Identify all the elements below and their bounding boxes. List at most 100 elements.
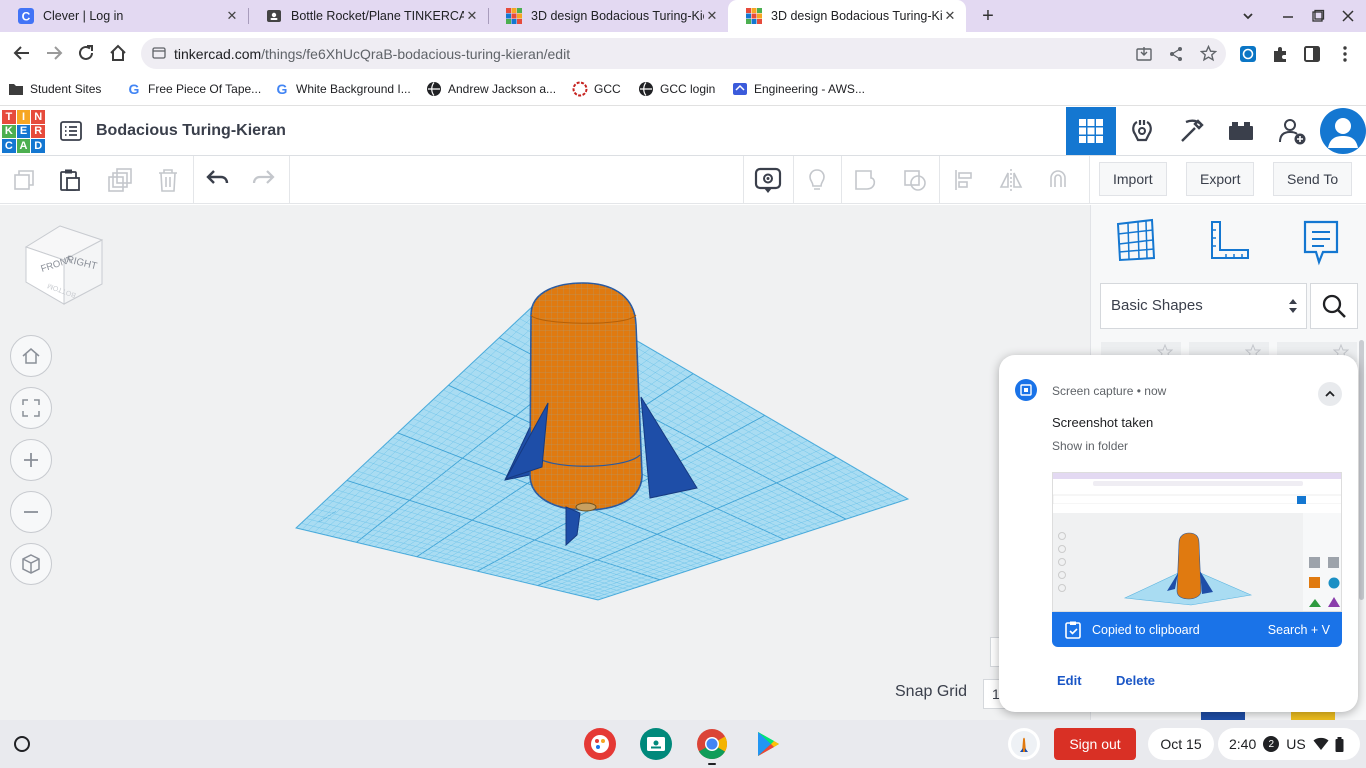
extension-icon[interactable] bbox=[1239, 45, 1257, 63]
url-text[interactable]: tinkercad.com/things/fe6XhUcQraB-bodacio… bbox=[174, 46, 570, 62]
home-icon[interactable] bbox=[106, 41, 130, 65]
chrome-app-icon[interactable] bbox=[696, 728, 728, 760]
align-button[interactable] bbox=[948, 164, 980, 196]
new-tab-button[interactable]: + bbox=[976, 4, 1000, 28]
cruise-button[interactable] bbox=[1042, 164, 1074, 196]
collapse-notification-button[interactable] bbox=[1318, 382, 1342, 406]
globe-icon bbox=[638, 81, 654, 97]
close-window-icon[interactable] bbox=[1338, 6, 1358, 26]
note-bubble-icon bbox=[754, 166, 782, 194]
ruler-tool-icon[interactable] bbox=[1206, 218, 1250, 262]
status-tray[interactable]: 2:40 2 US bbox=[1218, 728, 1360, 760]
install-app-icon[interactable] bbox=[1136, 46, 1152, 62]
toolbar-divider bbox=[939, 156, 940, 204]
share-icon[interactable] bbox=[1168, 46, 1184, 62]
tinkercad-logo[interactable]: T I N K E R C A D bbox=[2, 110, 45, 153]
edit-screenshot-button[interactable]: Edit bbox=[1057, 673, 1082, 688]
chevron-up-icon bbox=[1324, 388, 1336, 400]
bricks-button[interactable] bbox=[1216, 107, 1266, 155]
workplane-viewport[interactable]: FRONT RIGHT BOTTOM ~~~~ Snap Grid 1 bbox=[0, 205, 1090, 720]
bookmark-gcc[interactable]: GCC bbox=[572, 81, 621, 97]
menu-kebab-icon[interactable] bbox=[1336, 45, 1354, 63]
toolbar-divider bbox=[841, 156, 842, 204]
minecraft-button[interactable] bbox=[1167, 107, 1217, 155]
rocket-nozzle bbox=[575, 502, 597, 512]
bookmark-star-icon[interactable] bbox=[1200, 45, 1217, 62]
battery-icon bbox=[1335, 736, 1344, 752]
date-tray[interactable]: Oct 15 bbox=[1148, 728, 1214, 760]
shapes-search-button[interactable] bbox=[1310, 283, 1358, 329]
screenshot-notification: Screen capture • now Screenshot taken Sh… bbox=[999, 355, 1358, 712]
export-button[interactable]: Export bbox=[1186, 162, 1255, 196]
side-panel-icon[interactable] bbox=[1303, 45, 1321, 63]
tinkercad-icon bbox=[506, 8, 522, 24]
edit-toolbar: Import Export Send To bbox=[0, 156, 1366, 204]
tab-3d-design-1[interactable]: 3D design Bodacious Turing-Kieran ✕ bbox=[488, 0, 728, 32]
mirror-button[interactable] bbox=[995, 164, 1027, 196]
design-list-icon[interactable] bbox=[59, 119, 83, 143]
play-store-app-icon[interactable] bbox=[752, 728, 784, 760]
close-icon[interactable]: ✕ bbox=[224, 8, 240, 24]
copied-to-clipboard-bar[interactable]: Copied to clipboard Search + V bbox=[1052, 612, 1342, 647]
screenshot-thumbnail[interactable] bbox=[1052, 472, 1342, 612]
sign-out-button[interactable]: Sign out bbox=[1054, 728, 1136, 760]
reload-icon[interactable] bbox=[74, 41, 98, 65]
view-3d-button[interactable] bbox=[1066, 107, 1116, 155]
user-shelf-avatar[interactable] bbox=[1008, 728, 1040, 760]
copy-button[interactable] bbox=[8, 164, 40, 196]
back-icon[interactable] bbox=[10, 41, 34, 65]
tab-clever[interactable]: C Clever | Log in ✕ bbox=[0, 0, 248, 32]
undo-button[interactable] bbox=[201, 164, 233, 196]
bookmark-gcc-login[interactable]: GCC login bbox=[638, 81, 715, 97]
close-icon[interactable]: ✕ bbox=[464, 8, 480, 24]
add-user-icon bbox=[1277, 116, 1307, 146]
shapes-category-dropdown[interactable]: Basic Shapes bbox=[1100, 283, 1307, 329]
classroom-app-icon[interactable] bbox=[640, 728, 672, 760]
circuits-button[interactable] bbox=[1117, 107, 1167, 155]
minimize-icon[interactable] bbox=[1278, 6, 1298, 26]
bookmark-white-background[interactable]: G White Background I... bbox=[274, 81, 411, 97]
canvas-app-icon[interactable] bbox=[584, 728, 616, 760]
delete-button[interactable] bbox=[152, 164, 184, 196]
bookmark-engineering-aws[interactable]: Engineering - AWS... bbox=[732, 81, 865, 97]
close-icon[interactable]: ✕ bbox=[704, 8, 720, 24]
bookmark-student-sites[interactable]: Student Sites bbox=[8, 81, 101, 97]
import-button[interactable]: Import bbox=[1099, 162, 1167, 196]
show-in-folder-link[interactable]: Show in folder bbox=[1052, 439, 1128, 453]
delete-screenshot-button[interactable]: Delete bbox=[1116, 673, 1155, 688]
design-title[interactable]: Bodacious Turing-Kieran bbox=[96, 122, 286, 140]
lightbulb-icon bbox=[804, 167, 830, 193]
notes-tool-icon[interactable] bbox=[1299, 218, 1343, 266]
workplane-tool-icon[interactable] bbox=[1114, 218, 1158, 262]
show-all-button[interactable] bbox=[801, 164, 833, 196]
chromeos-shelf: Sign out Oct 15 2:40 2 US bbox=[0, 720, 1366, 768]
toolbar-divider bbox=[1089, 156, 1090, 204]
tab-search-icon[interactable] bbox=[1238, 6, 1258, 26]
svg-text:G: G bbox=[277, 81, 288, 97]
send-to-button[interactable]: Send To bbox=[1273, 162, 1353, 196]
close-icon[interactable]: ✕ bbox=[942, 8, 958, 24]
address-bar[interactable]: tinkercad.com/things/fe6XhUcQraB-bodacio… bbox=[141, 38, 1226, 69]
paste-button[interactable] bbox=[54, 164, 86, 196]
restore-icon[interactable] bbox=[1308, 6, 1328, 26]
site-info-icon[interactable] bbox=[152, 46, 166, 60]
tab-bottle-rocket[interactable]: Bottle Rocket/Plane TINKERCAD ✕ bbox=[248, 0, 488, 32]
forward-icon[interactable] bbox=[42, 41, 66, 65]
launcher-button[interactable] bbox=[10, 732, 34, 756]
ungroup-button[interactable] bbox=[899, 164, 931, 196]
classroom-icon bbox=[266, 8, 282, 24]
folder-icon bbox=[8, 81, 24, 97]
notes-button[interactable] bbox=[752, 164, 784, 196]
duplicate-icon bbox=[107, 167, 133, 193]
extensions-puzzle-icon[interactable] bbox=[1271, 45, 1289, 63]
add-user-button[interactable] bbox=[1267, 107, 1317, 155]
bookmark-free-piece-of-tape[interactable]: G Free Piece Of Tape... bbox=[126, 81, 262, 97]
group-button[interactable] bbox=[850, 164, 882, 196]
redo-button[interactable] bbox=[248, 164, 280, 196]
bookmark-andrew-jackson[interactable]: Andrew Jackson a... bbox=[426, 81, 556, 97]
duplicate-button[interactable] bbox=[104, 164, 136, 196]
redo-icon bbox=[251, 167, 277, 193]
tab-3d-design-active[interactable]: 3D design Bodacious Turing-Kieran ✕ bbox=[728, 0, 966, 32]
user-avatar[interactable] bbox=[1318, 107, 1366, 155]
panel-scrollbar[interactable] bbox=[1359, 340, 1364, 600]
